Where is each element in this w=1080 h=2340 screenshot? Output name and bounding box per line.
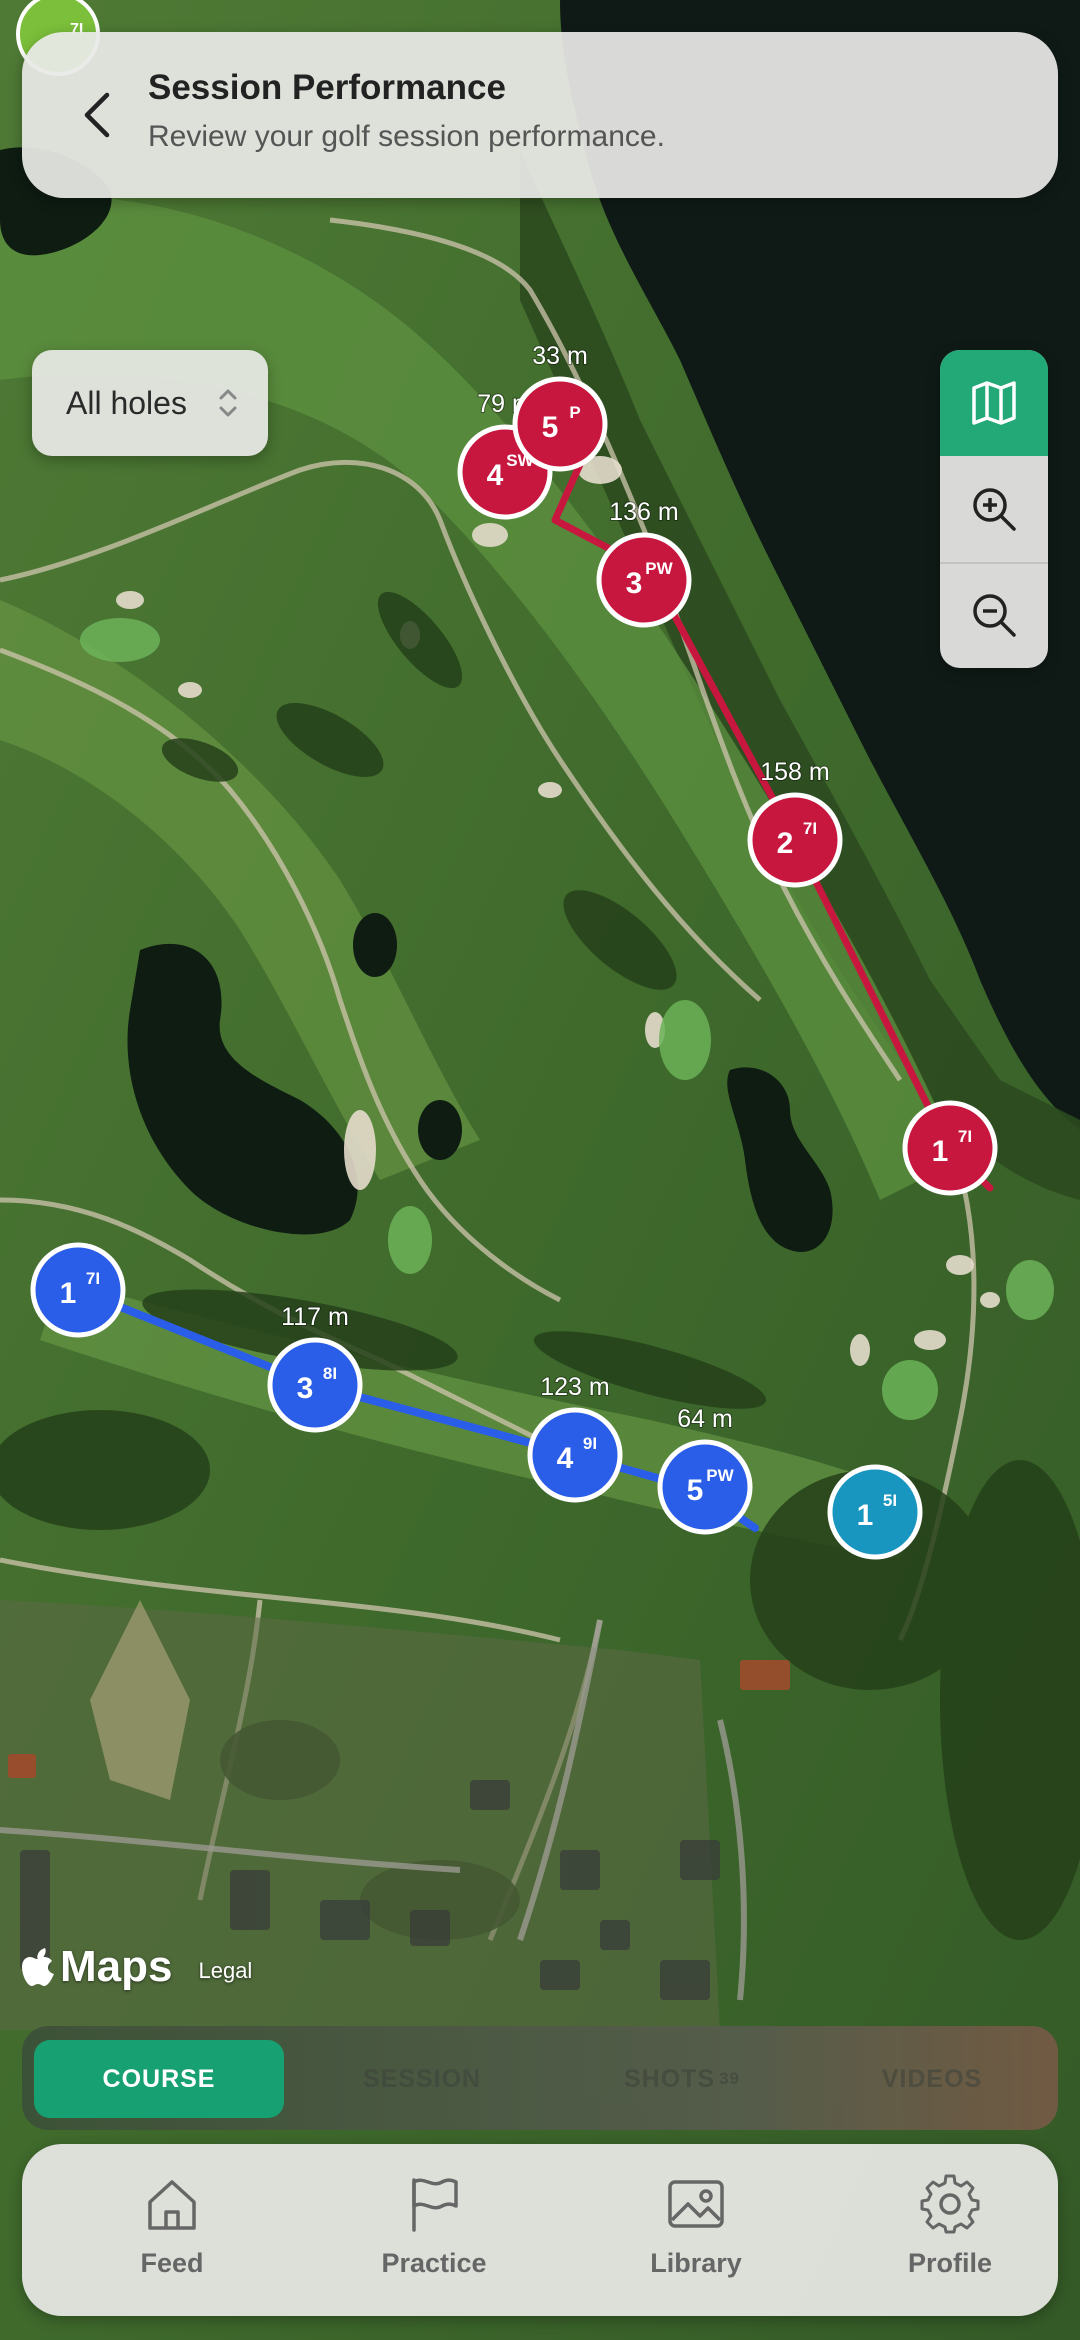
red-shot-marker-1-dot xyxy=(902,1100,998,1196)
page-title: Session Performance xyxy=(148,68,506,107)
tab-shots-label: SHOTS xyxy=(623,2064,716,2093)
image-icon xyxy=(668,2180,724,2228)
teal-shot-marker-club: 5I xyxy=(883,1491,897,1510)
blue-shot-marker-4-number: 5 xyxy=(687,1474,704,1507)
chevron-left-icon xyxy=(84,92,110,138)
blue-shot-marker-3-club: 9I xyxy=(583,1434,597,1453)
blue-shot-marker-1-dot xyxy=(30,1242,126,1338)
red-shot-marker-3-dot xyxy=(596,532,692,628)
red-shot-marker-3-number: 3 xyxy=(626,567,643,600)
maps-brand-label: Maps xyxy=(60,1942,173,1991)
blue-shot-marker-3-dot xyxy=(527,1407,623,1503)
bottom-navigation: Feed Practice Library Profile xyxy=(22,2144,1058,2316)
red-shot-marker-1[interactable]: 1 7I xyxy=(902,1100,998,1196)
nav-item-library[interactable]: Library xyxy=(596,2144,796,2316)
red-shot-marker-5-club: P xyxy=(569,403,580,422)
blue-shot-marker-4-club: PW xyxy=(706,1466,734,1485)
teal-shot-marker-number: 1 xyxy=(857,1499,874,1532)
blue-shot-marker-3-distance: 123 m xyxy=(540,1373,609,1401)
red-shot-marker-2-club: 7I xyxy=(803,819,817,838)
hole-selector-label: All holes xyxy=(66,384,187,421)
header-bar: Session Performance Review your golf ses… xyxy=(22,32,1058,198)
red-shot-marker-5-number: 5 xyxy=(542,411,559,444)
red-shot-marker-5-distance: 33 m xyxy=(532,342,588,370)
blue-shot-marker-1-number: 1 xyxy=(60,1277,77,1310)
red-shot-marker-2[interactable]: 2 7I 158 m xyxy=(747,757,843,888)
blue-shot-marker-4-distance: 64 m xyxy=(677,1405,733,1433)
zoom-out-button[interactable] xyxy=(940,562,1048,668)
tab-session[interactable]: SESSION xyxy=(302,2040,542,2118)
blue-shot-marker-1-club: 7I xyxy=(86,1269,100,1288)
red-shot-marker-4-number: 4 xyxy=(487,459,504,492)
nav-item-practice[interactable]: Practice xyxy=(334,2144,534,2316)
hole-selector[interactable]: All holes xyxy=(32,350,268,456)
red-shot-marker-5-dot xyxy=(512,376,608,472)
map-controls xyxy=(940,350,1048,668)
red-shot-marker-1-number: 1 xyxy=(932,1135,949,1168)
gear-icon xyxy=(920,2174,980,2234)
red-shot-marker-2-distance: 158 m xyxy=(760,758,829,786)
tab-course[interactable]: COURSE xyxy=(34,2040,284,2118)
legal-link[interactable]: Legal xyxy=(198,1958,252,1984)
nav-item-feed[interactable]: Feed xyxy=(72,2144,272,2316)
zoom-out-icon xyxy=(973,594,1016,637)
chevron-up-down-icon xyxy=(219,389,237,417)
home-icon xyxy=(148,2180,196,2230)
nav-label-practice: Practice xyxy=(381,2248,487,2278)
nav-label-library: Library xyxy=(650,2248,742,2278)
shots-count-badge: 39 xyxy=(719,2069,741,2088)
map-type-button[interactable] xyxy=(940,350,1048,456)
tab-shots[interactable]: SHOTS 39 xyxy=(562,2040,802,2118)
red-shot-marker-2-number: 2 xyxy=(777,827,794,860)
nav-item-profile[interactable]: Profile xyxy=(850,2144,1050,2316)
blue-shot-marker-2-distance: 117 m xyxy=(281,1303,349,1331)
blue-shot-marker-4-dot xyxy=(657,1439,753,1535)
blue-shot-marker-3[interactable]: 4 9I 123 m xyxy=(527,1372,623,1503)
blue-shot-marker-2[interactable]: 3 8I 117 m xyxy=(267,1302,363,1433)
zoom-in-button[interactable] xyxy=(940,456,1048,564)
red-shot-marker-3-distance: 136 m xyxy=(609,498,678,526)
maps-attribution: Maps Legal xyxy=(22,1942,252,1992)
red-shot-marker-3[interactable]: 3 PW 136 m xyxy=(596,497,692,628)
blue-shot-marker-2-number: 3 xyxy=(297,1372,314,1405)
blue-shot-marker-2-club: 8I xyxy=(323,1364,337,1383)
page-subtitle: Review your golf session performance. xyxy=(148,120,665,153)
map-icon xyxy=(972,381,1016,425)
red-shot-marker-3-club: PW xyxy=(645,559,673,578)
apple-logo-icon xyxy=(22,1948,54,1986)
nav-label-feed: Feed xyxy=(140,2248,204,2278)
teal-shot-marker[interactable]: 1 5I xyxy=(827,1464,923,1560)
teal-shot-marker-dot xyxy=(827,1464,923,1560)
nav-label-profile: Profile xyxy=(907,2248,993,2278)
blue-shot-marker-1[interactable]: 1 7I xyxy=(30,1242,126,1338)
red-shot-marker-1-club: 7I xyxy=(958,1127,972,1146)
tab-videos[interactable]: VIDEOS xyxy=(812,2040,1052,2118)
blue-shot-marker-2-dot xyxy=(267,1337,363,1433)
view-tab-bar: COURSE SESSION SHOTS 39 VIDEOS xyxy=(22,2026,1058,2130)
blue-shot-marker-3-number: 4 xyxy=(557,1442,574,1475)
flag-icon xyxy=(412,2178,458,2232)
red-shot-marker-2-dot xyxy=(747,792,843,888)
back-button[interactable] xyxy=(62,80,132,150)
zoom-in-icon xyxy=(973,488,1016,531)
